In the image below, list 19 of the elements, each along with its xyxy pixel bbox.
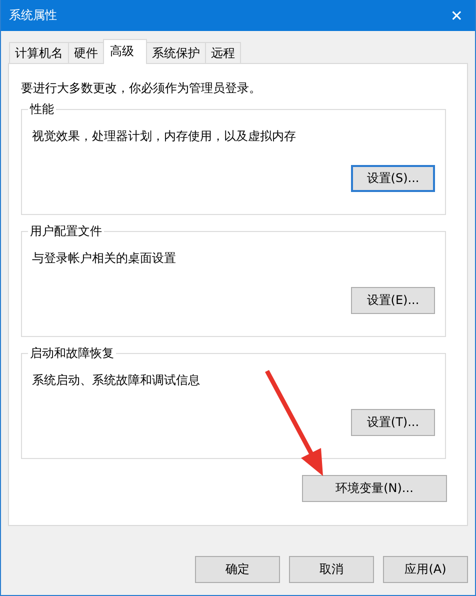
group-description: 与登录帐户相关的桌面设置 xyxy=(32,250,177,267)
window-title: 系统属性 xyxy=(9,7,57,24)
dialog-button[interactable]: 应用(A) xyxy=(383,556,468,583)
settings-button[interactable]: 设置(S)... xyxy=(351,165,435,192)
tab[interactable]: 高级 xyxy=(103,39,147,64)
environment-variables-button[interactable]: 环境变量(N)... xyxy=(302,475,447,502)
dialog-button[interactable]: 取消 xyxy=(289,556,374,583)
group-description: 系统启动、系统故障和调试信息 xyxy=(32,372,201,389)
dialog-button[interactable]: 确定 xyxy=(195,556,280,583)
group-description: 视觉效果，处理器计划，内存使用，以及虚拟内存 xyxy=(32,128,297,145)
group-title: 用户配置文件 xyxy=(28,224,104,238)
group-title: 启动和故障恢复 xyxy=(28,346,116,360)
settings-button[interactable]: 设置(E)... xyxy=(351,287,435,314)
settings-button[interactable]: 设置(T)... xyxy=(351,409,435,436)
group-title: 性能 xyxy=(28,102,56,116)
notice-text: 要进行大多数更改，你必须作为管理员登录。 xyxy=(21,80,262,97)
tab[interactable]: 计算机名 xyxy=(9,42,69,63)
tab[interactable]: 远程 xyxy=(205,42,241,63)
close-button[interactable]: ✕ xyxy=(446,6,467,24)
